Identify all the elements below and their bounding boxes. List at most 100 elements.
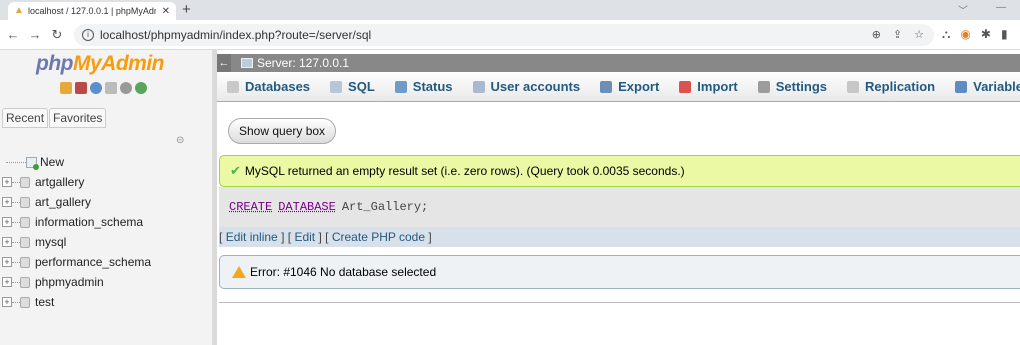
users-icon <box>472 80 485 93</box>
tree-item-label: test <box>35 295 55 309</box>
minimize-icon[interactable]: — <box>996 2 1006 13</box>
expand-icon[interactable]: + <box>2 297 12 307</box>
tree-item-db[interactable]: + art_gallery <box>0 192 212 212</box>
tree-item-label: art_gallery <box>35 195 92 209</box>
expand-icon[interactable]: + <box>2 217 12 227</box>
tree-item-new[interactable]: New <box>0 152 212 172</box>
link-icon[interactable]: ⊝ <box>176 135 184 146</box>
show-query-box-button[interactable]: Show query box <box>228 118 337 144</box>
tab-import[interactable]: Import <box>669 72 747 102</box>
server-label[interactable]: Server: 127.0.0.1 <box>257 56 349 70</box>
share-icon[interactable]: ⇪ <box>893 28 902 41</box>
replication-icon <box>847 80 860 93</box>
wrench-icon <box>757 80 770 93</box>
chevron-down-icon[interactable]: ﹀ <box>958 2 968 17</box>
sql-identifier: Art_Gallery; <box>341 200 429 214</box>
nav-quick-icons <box>60 82 147 94</box>
tab-sql[interactable]: SQL <box>320 72 385 102</box>
database-icon <box>20 176 30 188</box>
tab-title: localhost / 127.0.0.1 | phpMyAdm <box>28 6 156 16</box>
create-php-code-link[interactable]: Create PHP code <box>332 230 425 244</box>
tab-settings[interactable]: Settings <box>748 72 837 102</box>
tab-recent[interactable]: Recent <box>2 108 49 128</box>
sql-query-display: CREATE DATABASE Art_Gallery; <box>219 187 1020 227</box>
close-tab-icon[interactable]: ✕ <box>162 6 170 17</box>
server-breadcrumb: ← Server: 127.0.0.1 <box>217 54 1020 72</box>
new-database-icon <box>26 156 39 170</box>
bookmark-star-icon[interactable]: ☆ <box>914 28 924 41</box>
new-tab-icon[interactable]: + <box>182 1 191 18</box>
profile-extension-icon[interactable]: ◉ <box>960 27 970 42</box>
tree-item-label: artgallery <box>35 175 85 189</box>
database-icon <box>227 80 239 93</box>
tree-item-db[interactable]: + mysql <box>0 232 212 252</box>
top-menu: Databases SQL Status User accounts Expor… <box>217 72 1020 102</box>
tree-item-label: mysql <box>35 235 67 249</box>
database-icon <box>20 216 30 228</box>
tab-user-accounts[interactable]: User accounts <box>463 72 591 102</box>
logout-icon[interactable] <box>75 82 87 94</box>
edit-inline-link[interactable]: Edit inline <box>226 230 278 244</box>
info-icon[interactable]: i <box>82 28 94 41</box>
divider <box>219 302 1020 303</box>
browser-tab-bar: ▲ localhost / 127.0.0.1 | phpMyAdm ✕ + ﹀… <box>0 0 1020 20</box>
navigation-panel: phpMyAdmin Recent Favorites ⊝ New + artg… <box>0 50 213 345</box>
phpmyadmin-favicon-icon: ▲ <box>14 5 24 16</box>
query-edit-links: [ Edit inline ] [ Edit ] [ Create PHP co… <box>219 227 1020 247</box>
error-text: Error: #1046 No database selected <box>250 265 437 279</box>
tree-item-db[interactable]: + artgallery <box>0 172 212 192</box>
database-icon <box>20 236 30 248</box>
database-icon <box>20 276 30 288</box>
expand-icon[interactable]: + <box>2 177 12 187</box>
database-tree: New + artgallery + art_gallery + informa… <box>0 152 212 312</box>
zoom-icon[interactable]: ⊕ <box>872 28 881 41</box>
database-icon <box>20 196 30 208</box>
tree-item-db[interactable]: + performance_schema <box>0 252 212 272</box>
help-icon[interactable] <box>90 82 102 94</box>
tree-item-label: phpmyadmin <box>35 275 104 289</box>
collapse-nav-arrow-icon[interactable]: ← <box>217 54 231 72</box>
extension-icon[interactable]: ⛬ <box>942 27 950 42</box>
forward-arrow-icon[interactable]: → <box>26 27 44 42</box>
tree-item-label: performance_schema <box>35 255 152 269</box>
expand-icon[interactable]: + <box>2 237 12 247</box>
tree-item-db[interactable]: + information_schema <box>0 212 212 232</box>
browser-address-bar: ← → ↻ i localhost/phpmyadmin/index.php?r… <box>0 20 1020 50</box>
tab-export[interactable]: Export <box>590 72 669 102</box>
docs-icon[interactable] <box>105 82 117 94</box>
browser-tab[interactable]: ▲ localhost / 127.0.0.1 | phpMyAdm ✕ <box>8 2 176 20</box>
url-input[interactable]: i localhost/phpmyadmin/index.php?route=/… <box>74 23 934 46</box>
sql-keyword-database[interactable]: DATABASE <box>278 200 336 214</box>
export-icon <box>600 80 613 93</box>
tab-variables[interactable]: Variables <box>945 72 1020 102</box>
tab-status[interactable]: Status <box>385 72 463 102</box>
tab-favorites[interactable]: Favorites <box>49 108 107 128</box>
import-icon <box>679 80 692 93</box>
home-icon[interactable] <box>60 82 72 94</box>
tree-item-label: New <box>40 155 65 169</box>
sql-icon <box>330 80 343 93</box>
phpmyadmin-logo[interactable]: phpMyAdmin <box>36 52 164 76</box>
tree-item-label: information_schema <box>35 215 144 229</box>
settings-gear-icon[interactable] <box>120 82 132 94</box>
status-icon <box>394 80 407 93</box>
recent-favorites-tabs: Recent Favorites <box>2 108 107 128</box>
tab-databases[interactable]: Databases <box>217 72 320 102</box>
reload-nav-icon[interactable] <box>135 82 147 94</box>
sql-keyword-create[interactable]: CREATE <box>229 200 272 214</box>
warning-icon <box>232 266 246 278</box>
puzzle-icon[interactable]: ✱ <box>981 27 991 42</box>
sidepanel-icon[interactable]: ▮ <box>1001 27 1008 42</box>
expand-icon[interactable]: + <box>2 197 12 207</box>
expand-icon[interactable]: + <box>2 277 12 287</box>
variables-icon <box>955 80 968 93</box>
tree-item-db[interactable]: + test <box>0 292 212 312</box>
expand-icon[interactable]: + <box>2 257 12 267</box>
back-arrow-icon[interactable]: ← <box>4 27 22 42</box>
tab-replication[interactable]: Replication <box>837 72 945 102</box>
database-icon <box>20 256 30 268</box>
tree-item-db[interactable]: + phpmyadmin <box>0 272 212 292</box>
reload-icon[interactable]: ↻ <box>48 27 66 43</box>
edit-link[interactable]: Edit <box>294 230 315 244</box>
database-icon <box>20 296 30 308</box>
